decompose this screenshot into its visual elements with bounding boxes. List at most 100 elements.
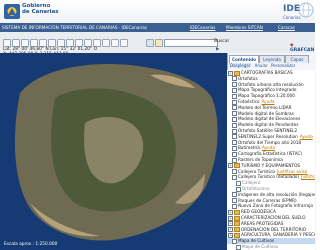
print-icon[interactable] bbox=[84, 39, 92, 47]
idecanarias-logo[interactable]: IDE Canarias bbox=[280, 1, 314, 23]
layer-checkbox[interactable] bbox=[232, 134, 237, 140]
layer-label: Callejero Turístico bbox=[238, 168, 275, 174]
layer-checkbox[interactable] bbox=[232, 105, 237, 111]
layer-checkbox[interactable] bbox=[236, 186, 241, 192]
layer-checkbox[interactable] bbox=[232, 145, 237, 151]
expand-icon[interactable]: + bbox=[228, 163, 233, 169]
nav-link-idecanarias[interactable]: IDECanarias bbox=[190, 25, 215, 30]
tab-leyenda[interactable]: Leyenda bbox=[259, 55, 285, 63]
layer-label: Imágenes de alta resolución (Ilegajee) bbox=[238, 191, 315, 197]
ide-logo-subtext: Canarias bbox=[283, 15, 301, 20]
layer-checkbox[interactable] bbox=[232, 76, 237, 82]
layer-checkbox[interactable] bbox=[232, 82, 237, 88]
anular-button[interactable]: Anular bbox=[255, 63, 268, 68]
export-icon[interactable] bbox=[111, 39, 119, 47]
layer-label: AGRICULTURA, GANADERÍA Y PESCA bbox=[241, 232, 315, 238]
map-view[interactable]: Escala aprox.: 1:250.000 bbox=[0, 53, 227, 250]
layer-label: Callejero Turístico (detallado) bbox=[238, 174, 300, 180]
layer-tree: + CARTOGRAFÍAS BÁSICAS Ortofotos Ortofoto u… bbox=[227, 70, 315, 250]
gobierno-canarias-logo[interactable] bbox=[3, 3, 21, 20]
ide-logo-text: IDE bbox=[283, 4, 300, 14]
next-extent-icon[interactable] bbox=[48, 39, 56, 47]
measure-distance-icon[interactable] bbox=[66, 39, 74, 47]
layer-checkbox[interactable] bbox=[232, 116, 237, 122]
desplegar-button[interactable]: Desplegar bbox=[229, 63, 252, 68]
app-header: Gobierno de Canarias IDE Canarias bbox=[0, 0, 315, 24]
expand-icon[interactable]: + bbox=[228, 221, 233, 227]
folder-icon bbox=[234, 232, 240, 238]
layer-checkbox[interactable] bbox=[236, 244, 241, 250]
layer-checkbox[interactable] bbox=[232, 87, 237, 93]
layer-checkbox[interactable] bbox=[232, 151, 237, 157]
layer-help-link[interactable]: Ayuda bbox=[262, 145, 275, 150]
layer-checkbox[interactable] bbox=[232, 128, 237, 134]
layer-label: Mapa de Cultivos bbox=[242, 244, 279, 249]
expand-icon[interactable]: + bbox=[228, 70, 233, 76]
layer-checkbox[interactable] bbox=[232, 169, 237, 175]
layer-checkbox[interactable] bbox=[232, 157, 237, 163]
help-icon[interactable] bbox=[120, 39, 128, 47]
gobierno-line2: de Canarias bbox=[22, 9, 59, 15]
layer-label: Mapa de Cultivos bbox=[238, 238, 275, 244]
previous-extent-icon[interactable] bbox=[39, 39, 47, 47]
layer-help-link[interactable]: Ayuda bbox=[262, 99, 275, 104]
layer-label: Modelo digital de Pendientes bbox=[238, 122, 299, 128]
personalizar-button[interactable]: Personalizar bbox=[271, 63, 295, 68]
gps-icon[interactable] bbox=[146, 39, 154, 47]
system-title: SISTEMA DE INFORMACIÓN TERRITORIAL DE CA… bbox=[2, 25, 147, 30]
layer-checkbox[interactable] bbox=[232, 140, 237, 146]
top-nav-bar: SISTEMA DE INFORMACIÓN TERRITORIAL DE CA… bbox=[0, 23, 315, 32]
nav-link-caracas[interactable]: Caracas bbox=[278, 25, 295, 30]
search-go-icon: ▶ bbox=[216, 47, 220, 52]
layer-checkbox[interactable] bbox=[232, 238, 237, 244]
bookmark-icon[interactable] bbox=[155, 39, 163, 47]
layer-help-link[interactable]: Ayuda bbox=[300, 134, 313, 139]
folder-icon bbox=[234, 215, 240, 221]
expand-icon[interactable]: + bbox=[228, 215, 233, 221]
layer-help-link[interactable]: Justificar aviso bbox=[301, 174, 315, 179]
home-icon[interactable] bbox=[3, 39, 11, 47]
search-button-label: Buscar bbox=[214, 39, 230, 44]
layer-label: Nueva Zona de Fotografía Infrarrojo bbox=[238, 203, 314, 209]
draw-icon[interactable] bbox=[102, 39, 110, 47]
link-icon[interactable] bbox=[93, 39, 101, 47]
layer-label: Modelo digital de Elevaciones bbox=[238, 116, 301, 122]
layer-label: TURISMO Y EQUIPAMIENTOS bbox=[241, 162, 301, 168]
layer-checkbox[interactable] bbox=[232, 93, 237, 99]
expand-icon[interactable]: + bbox=[228, 227, 233, 233]
search-button[interactable]: Buscar ▶ bbox=[214, 38, 236, 52]
nav-link-miembros[interactable]: Miembros SITCAN bbox=[226, 25, 263, 30]
layer-checkbox[interactable] bbox=[232, 111, 237, 117]
pan-icon[interactable] bbox=[30, 39, 38, 47]
zoom-out-icon[interactable] bbox=[21, 39, 29, 47]
layer-label: CARACTERIZACIÓN DEL SUELO bbox=[241, 215, 306, 220]
layer-help-link[interactable]: Justificar aviso bbox=[277, 169, 307, 174]
expand-icon[interactable]: + bbox=[228, 209, 233, 215]
layer-label: Ortofotos bbox=[238, 75, 258, 81]
search-input[interactable] bbox=[164, 39, 218, 47]
folder-icon bbox=[234, 227, 240, 233]
layer-checkbox[interactable] bbox=[232, 174, 237, 180]
folder-icon bbox=[234, 70, 240, 76]
layer-label: Batimetría bbox=[238, 145, 260, 151]
layer-checkbox[interactable] bbox=[232, 192, 237, 198]
layer-label: Modelo digital de Sombras bbox=[238, 110, 294, 116]
layer-checkbox[interactable] bbox=[236, 180, 241, 186]
tab-contenido[interactable]: Contenido bbox=[229, 55, 259, 63]
layer-label: Parques de Carreras (EPMR) bbox=[238, 197, 297, 203]
layer-checkbox[interactable] bbox=[232, 99, 237, 105]
layer-label: RED GEODÉSICA bbox=[241, 209, 276, 215]
measure-area-icon[interactable] bbox=[75, 39, 83, 47]
layer-checkbox[interactable] bbox=[232, 198, 237, 204]
layer-checkbox[interactable] bbox=[232, 203, 237, 209]
layer-item[interactable]: Mapa de Cultivos bbox=[227, 244, 315, 250]
tab-capas[interactable]: Capas bbox=[285, 55, 309, 63]
folder-icon bbox=[234, 221, 240, 227]
info-icon[interactable] bbox=[57, 39, 65, 47]
expand-icon[interactable]: + bbox=[228, 232, 233, 238]
layer-label: Rasters de Toponimia bbox=[238, 157, 283, 162]
layer-checkbox[interactable] bbox=[232, 122, 237, 128]
layer-label: Ortofoto urbana alta resolución bbox=[238, 81, 304, 87]
layer-label: ORDENACIÓN DEL TERRITORIO bbox=[241, 226, 307, 232]
zoom-in-icon[interactable] bbox=[12, 39, 20, 47]
